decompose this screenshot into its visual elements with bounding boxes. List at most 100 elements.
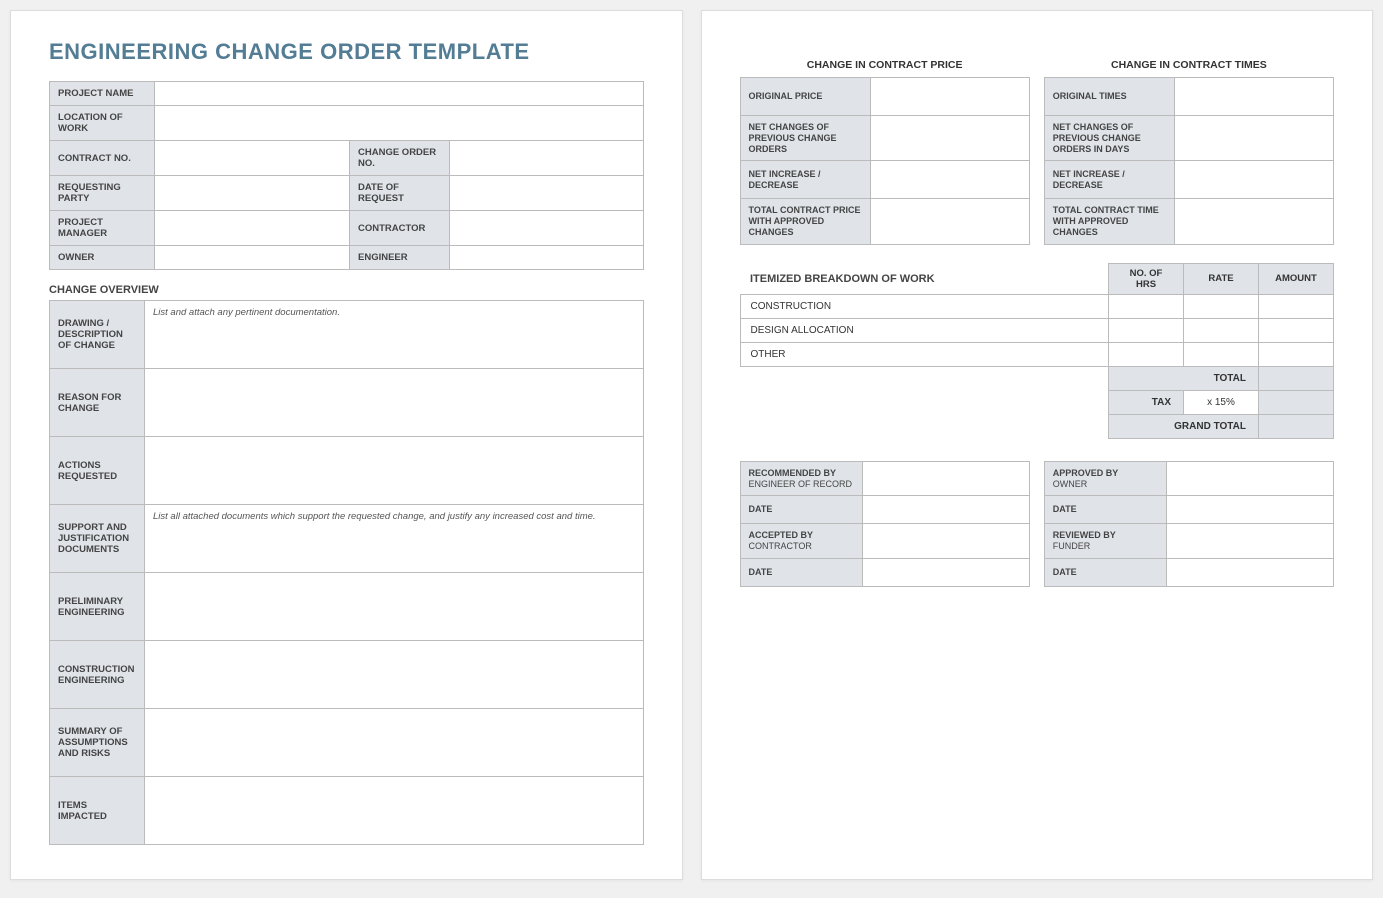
approved-sublabel: OWNER xyxy=(1053,479,1158,490)
location-label: LOCATION OF WORK xyxy=(50,106,155,141)
contract-changes-section: CHANGE IN CONTRACT PRICE ORIGINAL PRICE … xyxy=(740,59,1335,245)
original-price-label: ORIGINAL PRICE xyxy=(740,78,870,116)
accepted-label: ACCEPTED BYCONTRACTOR xyxy=(740,524,862,559)
construction-field[interactable] xyxy=(145,641,644,709)
recommended-label-text: RECOMMENDED BY xyxy=(749,468,837,478)
drawing-field[interactable]: List and attach any pertinent documentat… xyxy=(145,301,644,369)
recommended-field[interactable] xyxy=(862,461,1029,496)
items-impacted-label: ITEMS IMPACTED xyxy=(50,777,145,845)
contract-no-label: CONTRACT NO. xyxy=(50,141,155,176)
accepted-date-label: DATE xyxy=(740,558,862,586)
total-label: TOTAL xyxy=(1109,366,1259,390)
summary-label: SUMMARY OF ASSUMPTIONS AND RISKS xyxy=(50,709,145,777)
row-rate-field[interactable] xyxy=(1184,342,1259,366)
net-changes-times-label: NET CHANGES OF PREVIOUS CHANGE ORDERS IN… xyxy=(1044,116,1174,161)
accepted-label-text: ACCEPTED BY xyxy=(749,530,814,540)
row-name: OTHER xyxy=(740,342,1109,366)
original-times-label: ORIGINAL TIMES xyxy=(1044,78,1174,116)
total-field[interactable] xyxy=(1259,366,1334,390)
original-price-field[interactable] xyxy=(870,78,1029,116)
row-name: DESIGN ALLOCATION xyxy=(740,318,1109,342)
price-column: CHANGE IN CONTRACT PRICE ORIGINAL PRICE … xyxy=(740,59,1030,245)
project-name-field[interactable] xyxy=(155,82,644,106)
reviewed-date-label: DATE xyxy=(1044,558,1166,586)
contractor-field[interactable] xyxy=(450,211,644,246)
location-field[interactable] xyxy=(155,106,644,141)
change-order-no-label: CHANGE ORDER NO. xyxy=(350,141,450,176)
price-heading: CHANGE IN CONTRACT PRICE xyxy=(740,59,1030,71)
prelim-label: PRELIMINARY ENGINEERING xyxy=(50,573,145,641)
approved-label: APPROVED BYOWNER xyxy=(1044,461,1166,496)
row-amount-field[interactable] xyxy=(1259,294,1334,318)
breakdown-table: ITEMIZED BREAKDOWN OF WORK NO. OF HRS RA… xyxy=(740,263,1335,439)
breakdown-heading: ITEMIZED BREAKDOWN OF WORK xyxy=(750,273,935,289)
price-table: ORIGINAL PRICE NET CHANGES OF PREVIOUS C… xyxy=(740,77,1030,245)
reviewed-sublabel: FUNDER xyxy=(1053,541,1158,552)
project-manager-field[interactable] xyxy=(155,211,350,246)
row-hrs-field[interactable] xyxy=(1109,342,1184,366)
sig-table-left: RECOMMENDED BYENGINEER OF RECORD DATE AC… xyxy=(740,461,1030,587)
row-amount-field[interactable] xyxy=(1259,342,1334,366)
table-row: CONSTRUCTION xyxy=(740,294,1334,318)
grand-total-label: GRAND TOTAL xyxy=(1109,414,1259,438)
date-of-request-field[interactable] xyxy=(450,176,644,211)
tax-field[interactable] xyxy=(1259,390,1334,414)
net-inc-times-field[interactable] xyxy=(1174,161,1333,199)
accepted-field[interactable] xyxy=(862,524,1029,559)
engineer-field[interactable] xyxy=(450,246,644,270)
change-order-no-field[interactable] xyxy=(450,141,644,176)
signatures-section: RECOMMENDED BYENGINEER OF RECORD DATE AC… xyxy=(740,461,1335,587)
page-2: CHANGE IN CONTRACT PRICE ORIGINAL PRICE … xyxy=(701,10,1374,880)
drawing-label: DRAWING / DESCRIPTION OF CHANGE xyxy=(50,301,145,369)
requesting-party-label: REQUESTING PARTY xyxy=(50,176,155,211)
net-inc-price-field[interactable] xyxy=(870,161,1029,199)
owner-field[interactable] xyxy=(155,246,350,270)
row-hrs-field[interactable] xyxy=(1109,294,1184,318)
sig-col-left: RECOMMENDED BYENGINEER OF RECORD DATE AC… xyxy=(740,461,1030,587)
recommended-date-label: DATE xyxy=(740,496,862,524)
prelim-field[interactable] xyxy=(145,573,644,641)
owner-label: OWNER xyxy=(50,246,155,270)
reviewed-date-field[interactable] xyxy=(1166,558,1333,586)
net-changes-times-field[interactable] xyxy=(1174,116,1333,161)
actions-label: ACTIONS REQUESTED xyxy=(50,437,145,505)
times-column: CHANGE IN CONTRACT TIMES ORIGINAL TIMES … xyxy=(1044,59,1334,245)
tax-rate: x 15% xyxy=(1184,390,1259,414)
actions-field[interactable] xyxy=(145,437,644,505)
row-rate-field[interactable] xyxy=(1184,294,1259,318)
total-price-label: TOTAL CONTRACT PRICE WITH APPROVED CHANG… xyxy=(740,199,870,244)
reviewed-label: REVIEWED BYFUNDER xyxy=(1044,524,1166,559)
grand-total-field[interactable] xyxy=(1259,414,1334,438)
summary-field[interactable] xyxy=(145,709,644,777)
document-container: ENGINEERING CHANGE ORDER TEMPLATE PROJEC… xyxy=(0,0,1383,890)
total-times-field[interactable] xyxy=(1174,199,1333,244)
row-hrs-field[interactable] xyxy=(1109,318,1184,342)
net-changes-price-label: NET CHANGES OF PREVIOUS CHANGE ORDERS xyxy=(740,116,870,161)
reason-field[interactable] xyxy=(145,369,644,437)
reviewed-field[interactable] xyxy=(1166,524,1333,559)
original-times-field[interactable] xyxy=(1174,78,1333,116)
row-name: CONSTRUCTION xyxy=(740,294,1109,318)
support-field[interactable]: List all attached documents which suppor… xyxy=(145,505,644,573)
approved-date-field[interactable] xyxy=(1166,496,1333,524)
reason-label: REASON FOR CHANGE xyxy=(50,369,145,437)
requesting-party-field[interactable] xyxy=(155,176,350,211)
recommended-date-field[interactable] xyxy=(862,496,1029,524)
reviewed-label-text: REVIEWED BY xyxy=(1053,530,1116,540)
sig-table-right: APPROVED BYOWNER DATE REVIEWED BYFUNDER … xyxy=(1044,461,1334,587)
change-overview-heading: CHANGE OVERVIEW xyxy=(49,284,644,296)
approved-label-text: APPROVED BY xyxy=(1053,468,1119,478)
row-rate-field[interactable] xyxy=(1184,318,1259,342)
total-times-label: TOTAL CONTRACT TIME WITH APPROVED CHANGE… xyxy=(1044,199,1174,244)
total-price-field[interactable] xyxy=(870,199,1029,244)
net-changes-price-field[interactable] xyxy=(870,116,1029,161)
items-impacted-field[interactable] xyxy=(145,777,644,845)
approved-field[interactable] xyxy=(1166,461,1333,496)
times-heading: CHANGE IN CONTRACT TIMES xyxy=(1044,59,1334,71)
table-row: DESIGN ALLOCATION xyxy=(740,318,1334,342)
accepted-date-field[interactable] xyxy=(862,558,1029,586)
row-amount-field[interactable] xyxy=(1259,318,1334,342)
recommended-sublabel: ENGINEER OF RECORD xyxy=(749,479,854,490)
contract-no-field[interactable] xyxy=(155,141,350,176)
table-row: OTHER xyxy=(740,342,1334,366)
